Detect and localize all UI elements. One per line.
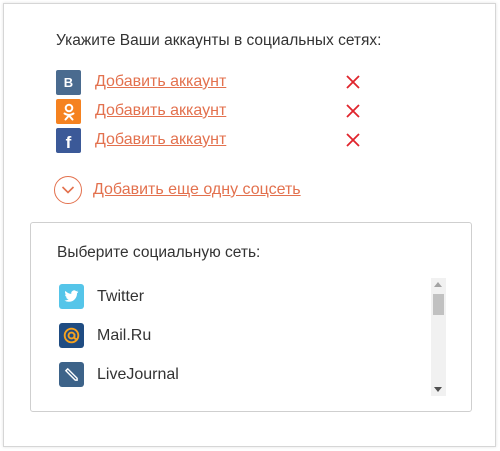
scroll-up-arrow-icon[interactable] bbox=[434, 282, 442, 287]
remove-icon[interactable] bbox=[345, 74, 361, 90]
livejournal-icon bbox=[59, 362, 84, 387]
network-label: Twitter bbox=[97, 288, 145, 305]
add-account-link-odnoklassniki[interactable]: Добавить аккаунт bbox=[95, 102, 226, 120]
network-picker-panel: Выберите социальную сеть: Twitter Mail.R… bbox=[30, 222, 472, 412]
network-picker-title: Выберите социальную сеть: bbox=[57, 244, 261, 261]
odnoklassniki-icon bbox=[56, 99, 81, 124]
add-account-link-vk[interactable]: Добавить аккаунт bbox=[95, 73, 226, 91]
network-label: Mail.Ru bbox=[97, 327, 152, 344]
remove-icon[interactable] bbox=[345, 132, 361, 148]
twitter-icon bbox=[59, 284, 84, 309]
scroll-thumb[interactable] bbox=[433, 294, 444, 315]
network-item-livejournal[interactable]: LiveJournal bbox=[57, 362, 427, 401]
add-another-network[interactable]: Добавить еще одну соцсеть bbox=[54, 176, 354, 206]
mailru-icon bbox=[59, 323, 84, 348]
add-another-network-link[interactable]: Добавить еще одну соцсеть bbox=[93, 181, 301, 199]
chevron-down-circle-icon[interactable] bbox=[54, 176, 82, 204]
account-row-vk: B Добавить аккаунт bbox=[56, 70, 376, 95]
vk-icon: B bbox=[56, 70, 81, 95]
scroll-down-arrow-icon[interactable] bbox=[434, 387, 442, 392]
account-row-facebook: f Добавить аккаунт bbox=[56, 128, 376, 153]
remove-icon[interactable] bbox=[345, 103, 361, 119]
facebook-icon: f bbox=[56, 128, 81, 153]
account-row-odnoklassniki: Добавить аккаунт bbox=[56, 99, 376, 124]
add-account-link-facebook[interactable]: Добавить аккаунт bbox=[95, 131, 226, 149]
network-item-twitter[interactable]: Twitter bbox=[57, 284, 427, 323]
network-list: Twitter Mail.Ru LiveJournal bbox=[57, 284, 427, 401]
page-heading: Укажите Ваши аккаунты в социальных сетях… bbox=[56, 32, 382, 49]
network-list-scrollbar[interactable] bbox=[431, 278, 446, 396]
network-item-mailru[interactable]: Mail.Ru bbox=[57, 323, 427, 362]
network-label: LiveJournal bbox=[97, 366, 179, 383]
